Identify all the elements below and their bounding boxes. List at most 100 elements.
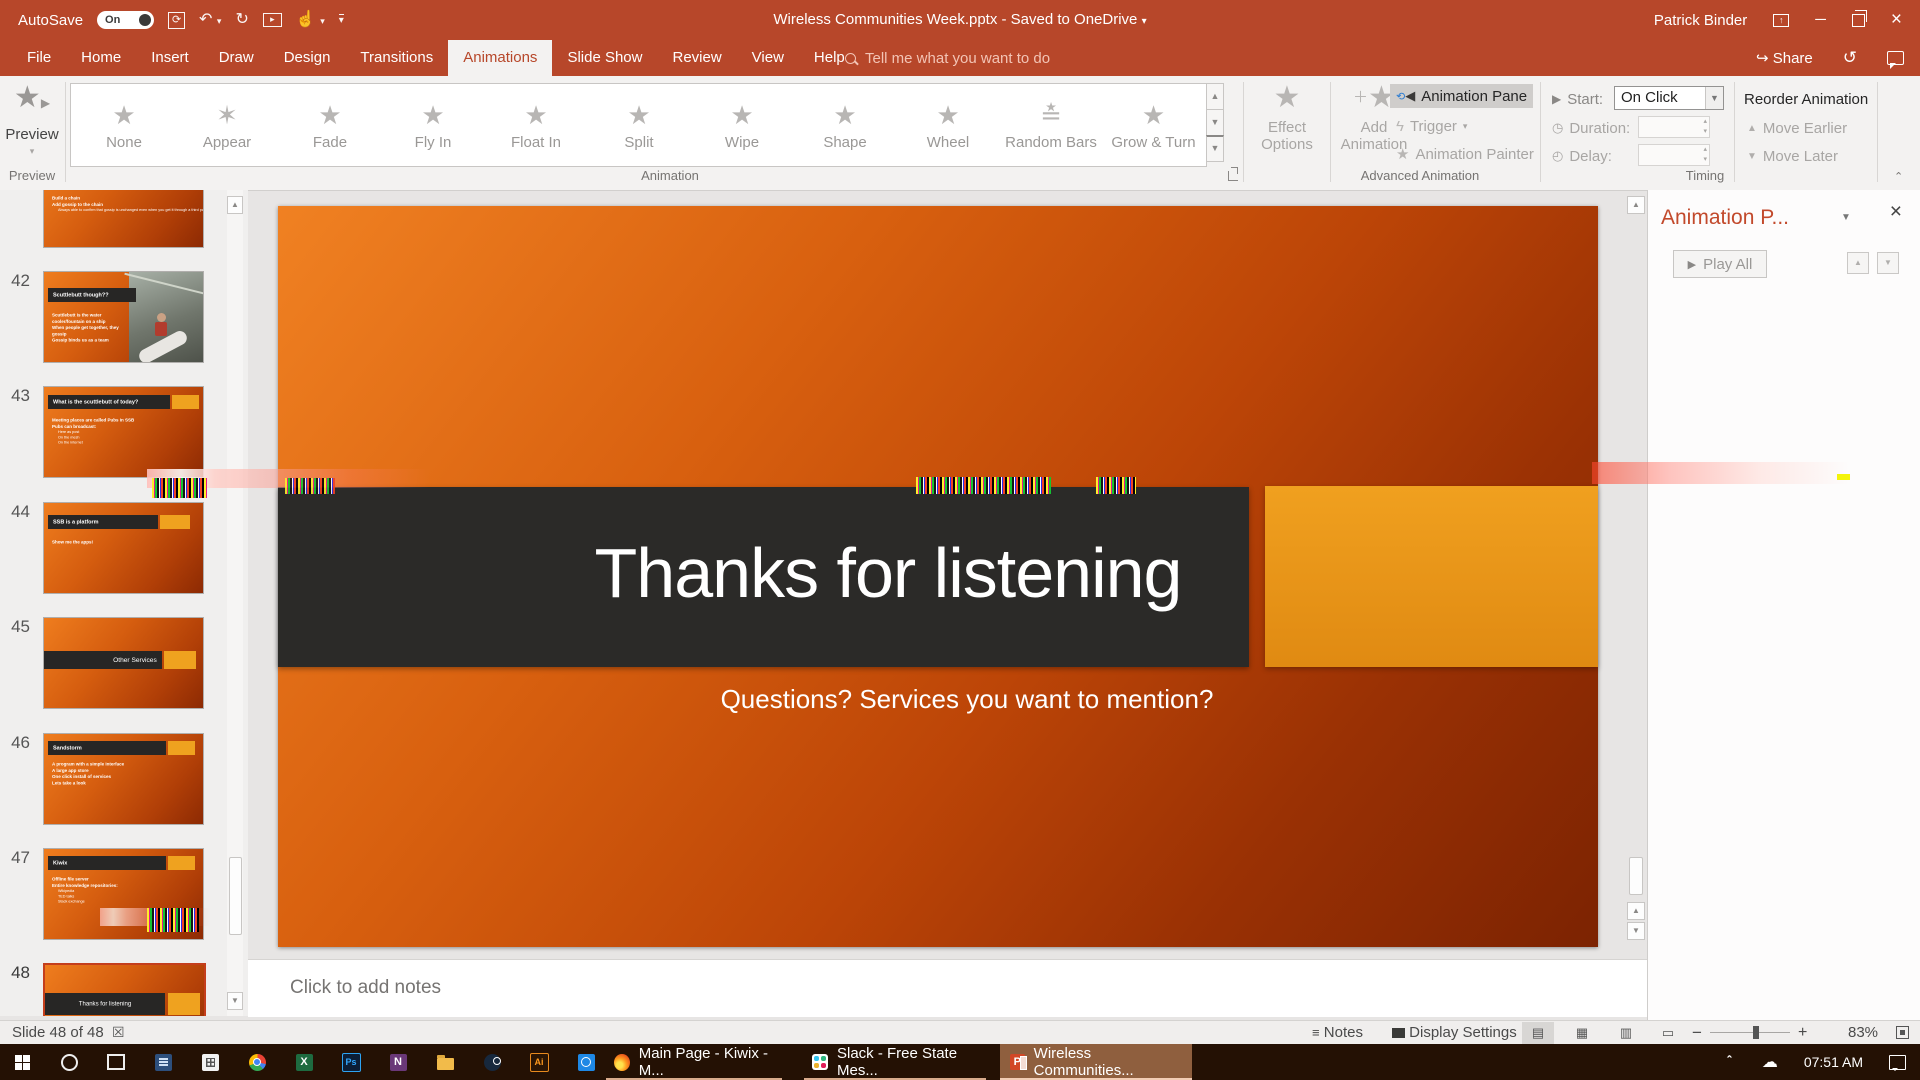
tab-design[interactable]: Design	[269, 40, 346, 76]
slide-thumbnail-45[interactable]: Other Services	[43, 617, 204, 709]
animation-fade[interactable]: ★Fade	[280, 84, 380, 166]
minimize-button[interactable]: ─	[1815, 0, 1826, 40]
notes-area[interactable]: Click to add notes	[248, 959, 1647, 1017]
gallery-up-icon[interactable]: ▲	[1206, 83, 1224, 110]
animation-fly-in[interactable]: ★Fly In	[383, 84, 483, 166]
animation-split[interactable]: ★Split	[589, 84, 689, 166]
slide-thumbnail-44[interactable]: SSB is a platform Show me the apps!	[43, 502, 204, 594]
taskbar-icon-mail[interactable]	[143, 1044, 183, 1080]
move-earlier-button[interactable]: ▲ Move Earlier	[1747, 116, 1847, 140]
slide-scroll-up-icon[interactable]: ▲	[1627, 196, 1645, 214]
notes-toggle-button[interactable]: ≡ Notes	[1312, 1021, 1363, 1045]
taskbar-icon-steam[interactable]	[472, 1044, 512, 1080]
animation-pane-button[interactable]: ⟲◀ Animation Pane	[1390, 84, 1533, 108]
slide-scrollbar-thumb[interactable]	[1629, 857, 1643, 895]
preview-button[interactable]: ★▶ Preview ▾	[0, 83, 64, 157]
thumbnail-scroll-down-icon[interactable]: ▼	[227, 992, 243, 1010]
thumbnail-scrollbar-thumb[interactable]	[229, 857, 242, 935]
taskbar-icon-messenger[interactable]	[566, 1044, 606, 1080]
tab-animations[interactable]: Animations	[448, 40, 552, 76]
gallery-more-icon[interactable]: ▼	[1206, 135, 1224, 162]
animation-appear[interactable]: ✶Appear	[177, 84, 277, 166]
animation-none[interactable]: ★None	[74, 84, 174, 166]
start-dropdown[interactable]: On Click ▼	[1614, 86, 1724, 110]
animation-wheel[interactable]: ★Wheel	[898, 84, 998, 166]
zoom-out-icon[interactable]: −	[1692, 1021, 1702, 1045]
gallery-down-icon[interactable]: ▼	[1206, 109, 1224, 136]
animation-dialog-launcher-icon[interactable]	[1228, 171, 1238, 181]
collapse-ribbon-icon[interactable]: ⌃	[1894, 170, 1903, 183]
action-center-icon[interactable]	[1889, 1055, 1906, 1070]
normal-view-icon[interactable]: ▤	[1522, 1022, 1554, 1044]
task-view-icon[interactable]	[96, 1044, 136, 1080]
slide-subtitle-text[interactable]: Questions? Services you want to mention?	[667, 684, 1267, 715]
taskbar-icon-photoshop[interactable]: Ps	[331, 1044, 371, 1080]
tab-transitions[interactable]: Transitions	[345, 40, 448, 76]
slide-thumbnail-46[interactable]: Sandstorm A program with a simple interf…	[43, 733, 204, 825]
animation-painter-button[interactable]: ★ Animation Painter	[1396, 142, 1534, 166]
start-button[interactable]	[2, 1044, 42, 1080]
start-dropdown-chevron-icon[interactable]: ▼	[1705, 87, 1723, 109]
taskbar-icon-onenote[interactable]: N	[378, 1044, 418, 1080]
close-button[interactable]: ×	[1891, 0, 1902, 40]
trigger-button[interactable]: ϟ Trigger▾	[1396, 114, 1467, 138]
taskbar-window-powerpoint-active[interactable]: P Wireless Communities...	[1000, 1044, 1192, 1080]
tell-me-search[interactable]: Tell me what you want to do	[845, 40, 1050, 76]
next-slide-icon[interactable]: ▼	[1627, 922, 1645, 940]
reading-view-icon[interactable]: ▥	[1610, 1022, 1642, 1044]
effect-options-button[interactable]: ★ Effect Options	[1252, 83, 1322, 153]
clock-time[interactable]: 07:51 AM	[1804, 1054, 1863, 1070]
user-name[interactable]: Patrick Binder	[1654, 12, 1747, 29]
reorder-down-button[interactable]: ▼	[1877, 252, 1899, 274]
share-button[interactable]: ↪ Share	[1756, 49, 1813, 67]
history-icon[interactable]: ↺	[1843, 48, 1857, 68]
tab-insert[interactable]: Insert	[136, 40, 204, 76]
previous-slide-icon[interactable]: ▲	[1627, 902, 1645, 920]
taskbar-window-kiwix[interactable]: Main Page - Kiwix - M...	[604, 1044, 796, 1080]
animation-grow-turn[interactable]: ★Grow & Turn	[1101, 84, 1206, 166]
restore-button[interactable]	[1852, 14, 1865, 27]
reorder-up-button[interactable]: ▲	[1847, 252, 1869, 274]
animation-pane-close-icon[interactable]: ×	[1890, 200, 1902, 224]
zoom-slider[interactable]	[1710, 1032, 1790, 1033]
tab-view[interactable]: View	[737, 40, 799, 76]
display-settings-button[interactable]: Display Settings	[1392, 1021, 1517, 1045]
tab-file[interactable]: File	[12, 40, 66, 76]
duration-spinner[interactable]	[1638, 116, 1710, 138]
slide-thumbnail-42[interactable]: Scuttlebutt though?? Scuttlebutt is the …	[43, 271, 204, 363]
animation-float-in[interactable]: ★Float In	[486, 84, 586, 166]
slide-thumbnail-43[interactable]: What is the scuttlebutt of today? Meetin…	[43, 386, 204, 478]
taskbar-icon-file-explorer[interactable]	[425, 1044, 465, 1080]
tab-review[interactable]: Review	[657, 40, 736, 76]
zoom-level[interactable]: 83%	[1848, 1021, 1878, 1045]
comments-icon[interactable]	[1887, 51, 1904, 65]
slide-thumbnail-48-selected[interactable]: Thanks for listening	[43, 963, 206, 1016]
animation-wipe[interactable]: ★Wipe	[692, 84, 792, 166]
tray-chevron-icon[interactable]: ＾	[1723, 1053, 1736, 1072]
onedrive-cloud-icon[interactable]: ☁	[1762, 1052, 1778, 1072]
play-all-button[interactable]: ▶ Play All	[1673, 250, 1767, 278]
taskbar-icon-calculator[interactable]	[190, 1044, 230, 1080]
slide-sorter-view-icon[interactable]: ▦	[1566, 1022, 1598, 1044]
tab-slide-show[interactable]: Slide Show	[552, 40, 657, 76]
tab-draw[interactable]: Draw	[204, 40, 269, 76]
slide-title-text[interactable]: Thanks for listening	[538, 533, 1238, 613]
taskbar-icon-chrome[interactable]	[237, 1044, 277, 1080]
animation-pane-menu-chevron-icon[interactable]: ▼	[1841, 212, 1851, 223]
animation-shape[interactable]: ★Shape	[795, 84, 895, 166]
taskbar-window-slack[interactable]: Slack - Free State Mes...	[802, 1044, 994, 1080]
spell-check-icon[interactable]: ☒	[112, 1021, 125, 1045]
slide-thumbnail-41[interactable]: Build a chain Add gossip to the chain Al…	[43, 190, 204, 248]
move-later-button[interactable]: ▼ Move Later	[1747, 144, 1838, 168]
zoom-in-icon[interactable]: +	[1798, 1021, 1807, 1045]
taskbar-icon-excel[interactable]: X	[284, 1044, 324, 1080]
slide-counter[interactable]: Slide 48 of 48	[12, 1021, 104, 1045]
slide-canvas[interactable]: Thanks for listening Questions? Services…	[278, 206, 1598, 947]
ribbon-display-options-icon[interactable]: ↑	[1773, 14, 1789, 27]
slide-show-view-icon[interactable]: ▭	[1652, 1022, 1684, 1044]
fit-slide-to-window-icon[interactable]	[1896, 1026, 1909, 1039]
animation-random-bars[interactable]: ≛Random Bars	[996, 84, 1106, 166]
cortana-icon[interactable]	[49, 1044, 89, 1080]
taskbar-icon-illustrator[interactable]: Ai	[519, 1044, 559, 1080]
tab-home[interactable]: Home	[66, 40, 136, 76]
